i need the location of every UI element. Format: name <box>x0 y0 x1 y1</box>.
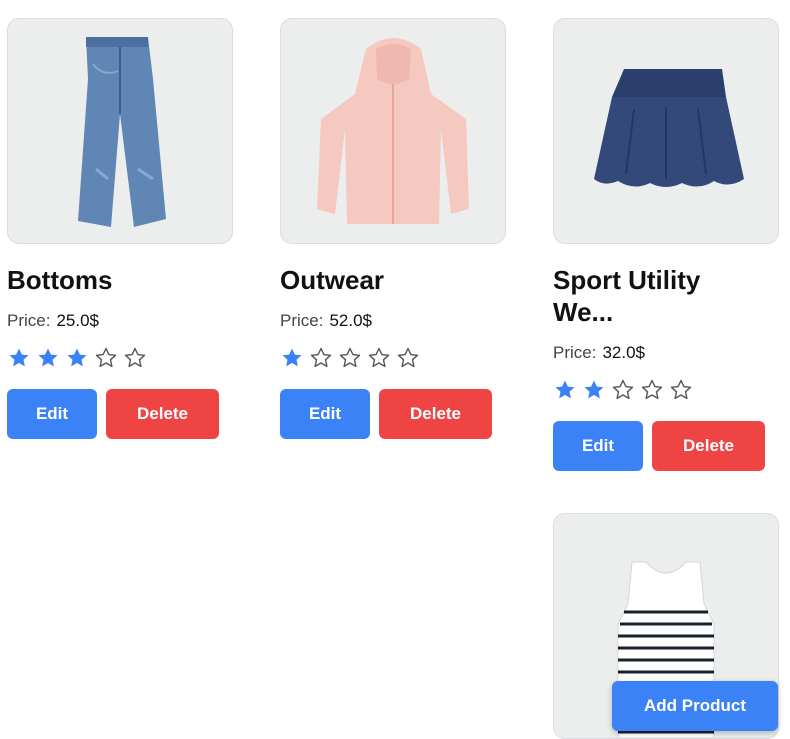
rating-stars <box>553 378 779 402</box>
product-card: Outwear Price: 52.0$ Edit Delete <box>280 18 506 439</box>
card-actions: Edit Delete <box>553 421 779 471</box>
star-empty-icon[interactable] <box>94 346 118 370</box>
star-empty-icon[interactable] <box>309 346 333 370</box>
delete-button[interactable]: Delete <box>652 421 765 471</box>
product-image <box>280 18 506 244</box>
price-label: Price: <box>280 311 324 330</box>
skirt-image <box>594 69 744 187</box>
product-price: Price: 32.0$ <box>553 342 779 364</box>
star-empty-icon[interactable] <box>640 378 664 402</box>
star-filled-icon[interactable] <box>582 378 606 402</box>
rating-stars <box>7 346 233 370</box>
product-title: Outwear <box>280 265 385 295</box>
star-filled-icon[interactable] <box>7 346 31 370</box>
star-empty-icon[interactable] <box>338 346 362 370</box>
product-card: Sport Utility We... Price: 32.0$ Edit Del… <box>553 18 779 471</box>
price-value: 52.0$ <box>329 311 373 330</box>
star-empty-icon[interactable] <box>367 346 391 370</box>
product-image <box>553 18 779 244</box>
product-price: Price: 52.0$ <box>280 310 506 332</box>
edit-button[interactable]: Edit <box>7 389 97 439</box>
price-label: Price: <box>553 343 597 362</box>
star-filled-icon[interactable] <box>36 346 60 370</box>
price-value: 32.0$ <box>602 343 646 362</box>
jeans-image <box>78 37 166 227</box>
star-filled-icon[interactable] <box>280 346 304 370</box>
price-label: Price: <box>7 311 51 330</box>
delete-button[interactable]: Delete <box>379 389 492 439</box>
delete-button[interactable]: Delete <box>106 389 219 439</box>
star-empty-icon[interactable] <box>396 346 420 370</box>
jacket-image <box>317 38 469 224</box>
edit-button[interactable]: Edit <box>553 421 643 471</box>
rating-stars <box>280 346 506 370</box>
product-title: Sport Utility We... <box>553 265 701 327</box>
star-empty-icon[interactable] <box>611 378 635 402</box>
star-empty-icon[interactable] <box>123 346 147 370</box>
product-price: Price: 25.0$ <box>7 310 233 332</box>
product-title: Bottoms <box>7 265 113 295</box>
product-card: Bottoms Price: 25.0$ Edit Delete <box>7 18 233 439</box>
card-actions: Edit Delete <box>7 389 233 439</box>
product-image <box>7 18 233 244</box>
card-actions: Edit Delete <box>280 389 506 439</box>
star-filled-icon[interactable] <box>65 346 89 370</box>
star-filled-icon[interactable] <box>553 378 577 402</box>
price-value: 25.0$ <box>56 311 100 330</box>
edit-button[interactable]: Edit <box>280 389 370 439</box>
add-product-button[interactable]: Add Product <box>612 681 778 731</box>
star-empty-icon[interactable] <box>669 378 693 402</box>
